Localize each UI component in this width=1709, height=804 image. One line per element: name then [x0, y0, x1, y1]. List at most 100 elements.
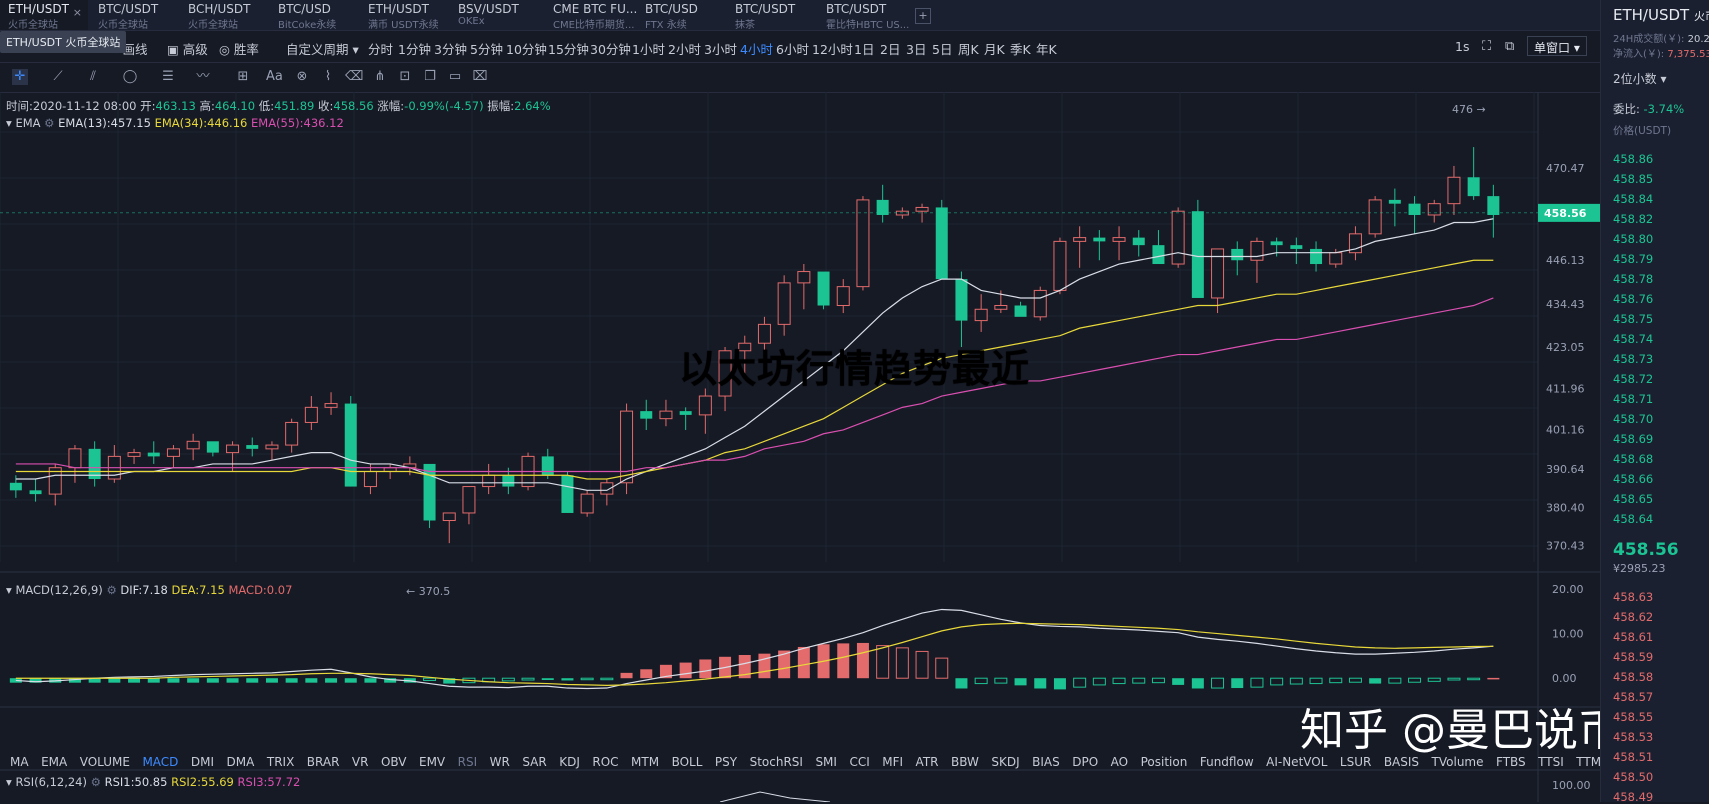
indicator-boll[interactable]: BOLL [672, 755, 703, 769]
period-10[interactable]: 4小时 [740, 39, 773, 58]
period-18[interactable]: 月K [984, 39, 1005, 58]
bid-price[interactable]: 458.55 [1613, 710, 1653, 724]
ask-price[interactable]: 458.69 [1613, 432, 1653, 446]
period-8[interactable]: 2小时 [668, 39, 701, 58]
indicator-dmi[interactable]: DMI [191, 755, 214, 769]
period-11[interactable]: 6小时 [776, 39, 809, 58]
collapse-icon[interactable]: ▾ [6, 775, 12, 789]
indicator-volume[interactable]: VOLUME [80, 755, 130, 769]
indicator-smi[interactable]: SMI [815, 755, 837, 769]
indicator-macd[interactable]: MACD [142, 755, 178, 769]
indicator-bias[interactable]: BIAS [1032, 755, 1060, 769]
indicator-stochrsi[interactable]: StochRSI [750, 755, 803, 769]
period-15[interactable]: 3日 [906, 39, 926, 58]
window-mode-dropdown[interactable]: 单窗口 ▾ [1527, 36, 1587, 56]
text-icon[interactable]: Aa [266, 69, 283, 85]
precision-dropdown[interactable]: 2位小数 ▾ [1613, 70, 1666, 87]
screenshot-icon[interactable]: ▭ [447, 69, 463, 85]
indicator-fundflow[interactable]: Fundflow [1200, 755, 1254, 769]
tab-btc-usd-bitcoke[interactable]: BTC/USD BitCoke永续 [270, 0, 358, 31]
ask-price[interactable]: 458.70 [1613, 412, 1653, 426]
bid-price[interactable]: 458.51 [1613, 750, 1653, 764]
ask-price[interactable]: 458.64 [1613, 512, 1653, 526]
tab-bch-usdt-huobi[interactable]: BCH/USDT 火币全球站 [180, 0, 268, 31]
period-6[interactable]: 30分钟 [590, 39, 631, 58]
period-13[interactable]: 1日 [854, 39, 874, 58]
period-2[interactable]: 3分钟 [434, 39, 467, 58]
indicator-ao[interactable]: AO [1111, 755, 1128, 769]
period-0[interactable]: 分时 [368, 39, 393, 58]
indicator-obv[interactable]: OBV [381, 755, 407, 769]
indicator-roc[interactable]: ROC [592, 755, 618, 769]
indicator-vr[interactable]: VR [352, 755, 369, 769]
indicator-dma[interactable]: DMA [227, 755, 255, 769]
wave-icon[interactable]: 〰 [195, 69, 211, 85]
ask-price[interactable]: 458.86 [1613, 152, 1653, 166]
tab-eth-usdt-huobi[interactable]: ETH/USDT 火币全球站 × [0, 0, 88, 31]
tab-eth-usdt-perp[interactable]: ETH/USDT 满币 USDT永续 [360, 0, 448, 31]
tab-btc-usd-ftx[interactable]: BTC/USD FTX 永续 [637, 0, 725, 31]
lock-icon[interactable]: ⊡ [397, 69, 413, 85]
indicator-skdj[interactable]: SKDJ [991, 755, 1019, 769]
period-4[interactable]: 10分钟 [506, 39, 547, 58]
tab-btc-usdt-mexc[interactable]: BTC/USDT 抹茶 [727, 0, 815, 31]
ask-price[interactable]: 458.74 [1613, 332, 1653, 346]
collapse-icon[interactable]: ▾ [6, 116, 12, 130]
indicator-dpo[interactable]: DPO [1072, 755, 1098, 769]
trendline-icon[interactable]: ⟋ [50, 69, 66, 85]
custom-period-dropdown[interactable]: 自定义周期 ▾ [286, 39, 359, 58]
indicator-position[interactable]: Position [1141, 755, 1188, 769]
ask-price[interactable]: 458.72 [1613, 372, 1653, 386]
period-9[interactable]: 3小时 [704, 39, 737, 58]
ask-price[interactable]: 458.78 [1613, 272, 1653, 286]
indicator-ma[interactable]: MA [10, 755, 29, 769]
period-16[interactable]: 5日 [932, 39, 952, 58]
indicator-mtm[interactable]: MTM [631, 755, 659, 769]
refresh-interval[interactable]: 1s [1455, 39, 1469, 54]
indicator-ema[interactable]: EMA [41, 755, 67, 769]
settings-icon[interactable]: ⚙ [106, 583, 116, 597]
indicator-wr[interactable]: WR [490, 755, 510, 769]
ask-price[interactable]: 458.80 [1613, 232, 1653, 246]
bid-price[interactable]: 458.57 [1613, 690, 1653, 704]
bid-price[interactable]: 458.63 [1613, 590, 1653, 604]
close-icon[interactable]: × [73, 6, 82, 19]
period-5[interactable]: 15分钟 [548, 39, 589, 58]
period-17[interactable]: 周K [958, 39, 979, 58]
period-14[interactable]: 2日 [880, 39, 900, 58]
tab-cme-btc-futures[interactable]: CME BTC FU... CME比特币期货... [545, 0, 637, 31]
ask-price[interactable]: 458.75 [1613, 312, 1653, 326]
circle-icon[interactable]: ◯ [122, 69, 138, 85]
indicator-mfi[interactable]: MFI [882, 755, 903, 769]
fullscreen-icon[interactable]: ⛶ [1482, 39, 1491, 54]
ask-price[interactable]: 458.71 [1613, 392, 1653, 406]
brush-icon[interactable]: ⌇ [320, 69, 336, 85]
period-19[interactable]: 季K [1010, 39, 1031, 58]
advanced-button[interactable]: ▣ 高级 [167, 39, 208, 58]
ask-price[interactable]: 458.84 [1613, 192, 1653, 206]
indicator-brar[interactable]: BRAR [307, 755, 340, 769]
period-3[interactable]: 5分钟 [470, 39, 503, 58]
popout-icon[interactable]: ⧉ [1505, 39, 1514, 54]
bid-price[interactable]: 458.59 [1613, 650, 1653, 664]
add-tab-button[interactable]: + [915, 8, 931, 24]
period-1[interactable]: 1分钟 [398, 39, 431, 58]
ask-price[interactable]: 458.85 [1613, 172, 1653, 186]
tab-btc-usdt-hbtc[interactable]: BTC/USDT 霍比特HBTC US... [818, 0, 910, 31]
indicator-cci[interactable]: CCI [849, 755, 869, 769]
crosshair-icon[interactable]: ✛ [12, 69, 28, 85]
indicator-kdj[interactable]: KDJ [559, 755, 580, 769]
ask-price[interactable]: 458.79 [1613, 252, 1653, 266]
ask-price[interactable]: 458.82 [1613, 212, 1653, 226]
settings-icon[interactable]: ⚙ [91, 775, 101, 789]
winrate-button[interactable]: ◎ 胜率 [219, 39, 259, 58]
ruler-icon[interactable]: ⋔ [372, 69, 388, 85]
period-12[interactable]: 12小时 [812, 39, 853, 58]
tab-btc-usdt-huobi[interactable]: BTC/USDT 火币全球站 [90, 0, 178, 31]
collapse-icon[interactable]: ▾ [6, 583, 12, 597]
indicator-psy[interactable]: PSY [715, 755, 737, 769]
copy-icon[interactable]: ❐ [422, 69, 438, 85]
period-20[interactable]: 年K [1036, 39, 1057, 58]
trash-icon[interactable]: ⌧ [472, 69, 488, 85]
ask-price[interactable]: 458.65 [1613, 492, 1653, 506]
